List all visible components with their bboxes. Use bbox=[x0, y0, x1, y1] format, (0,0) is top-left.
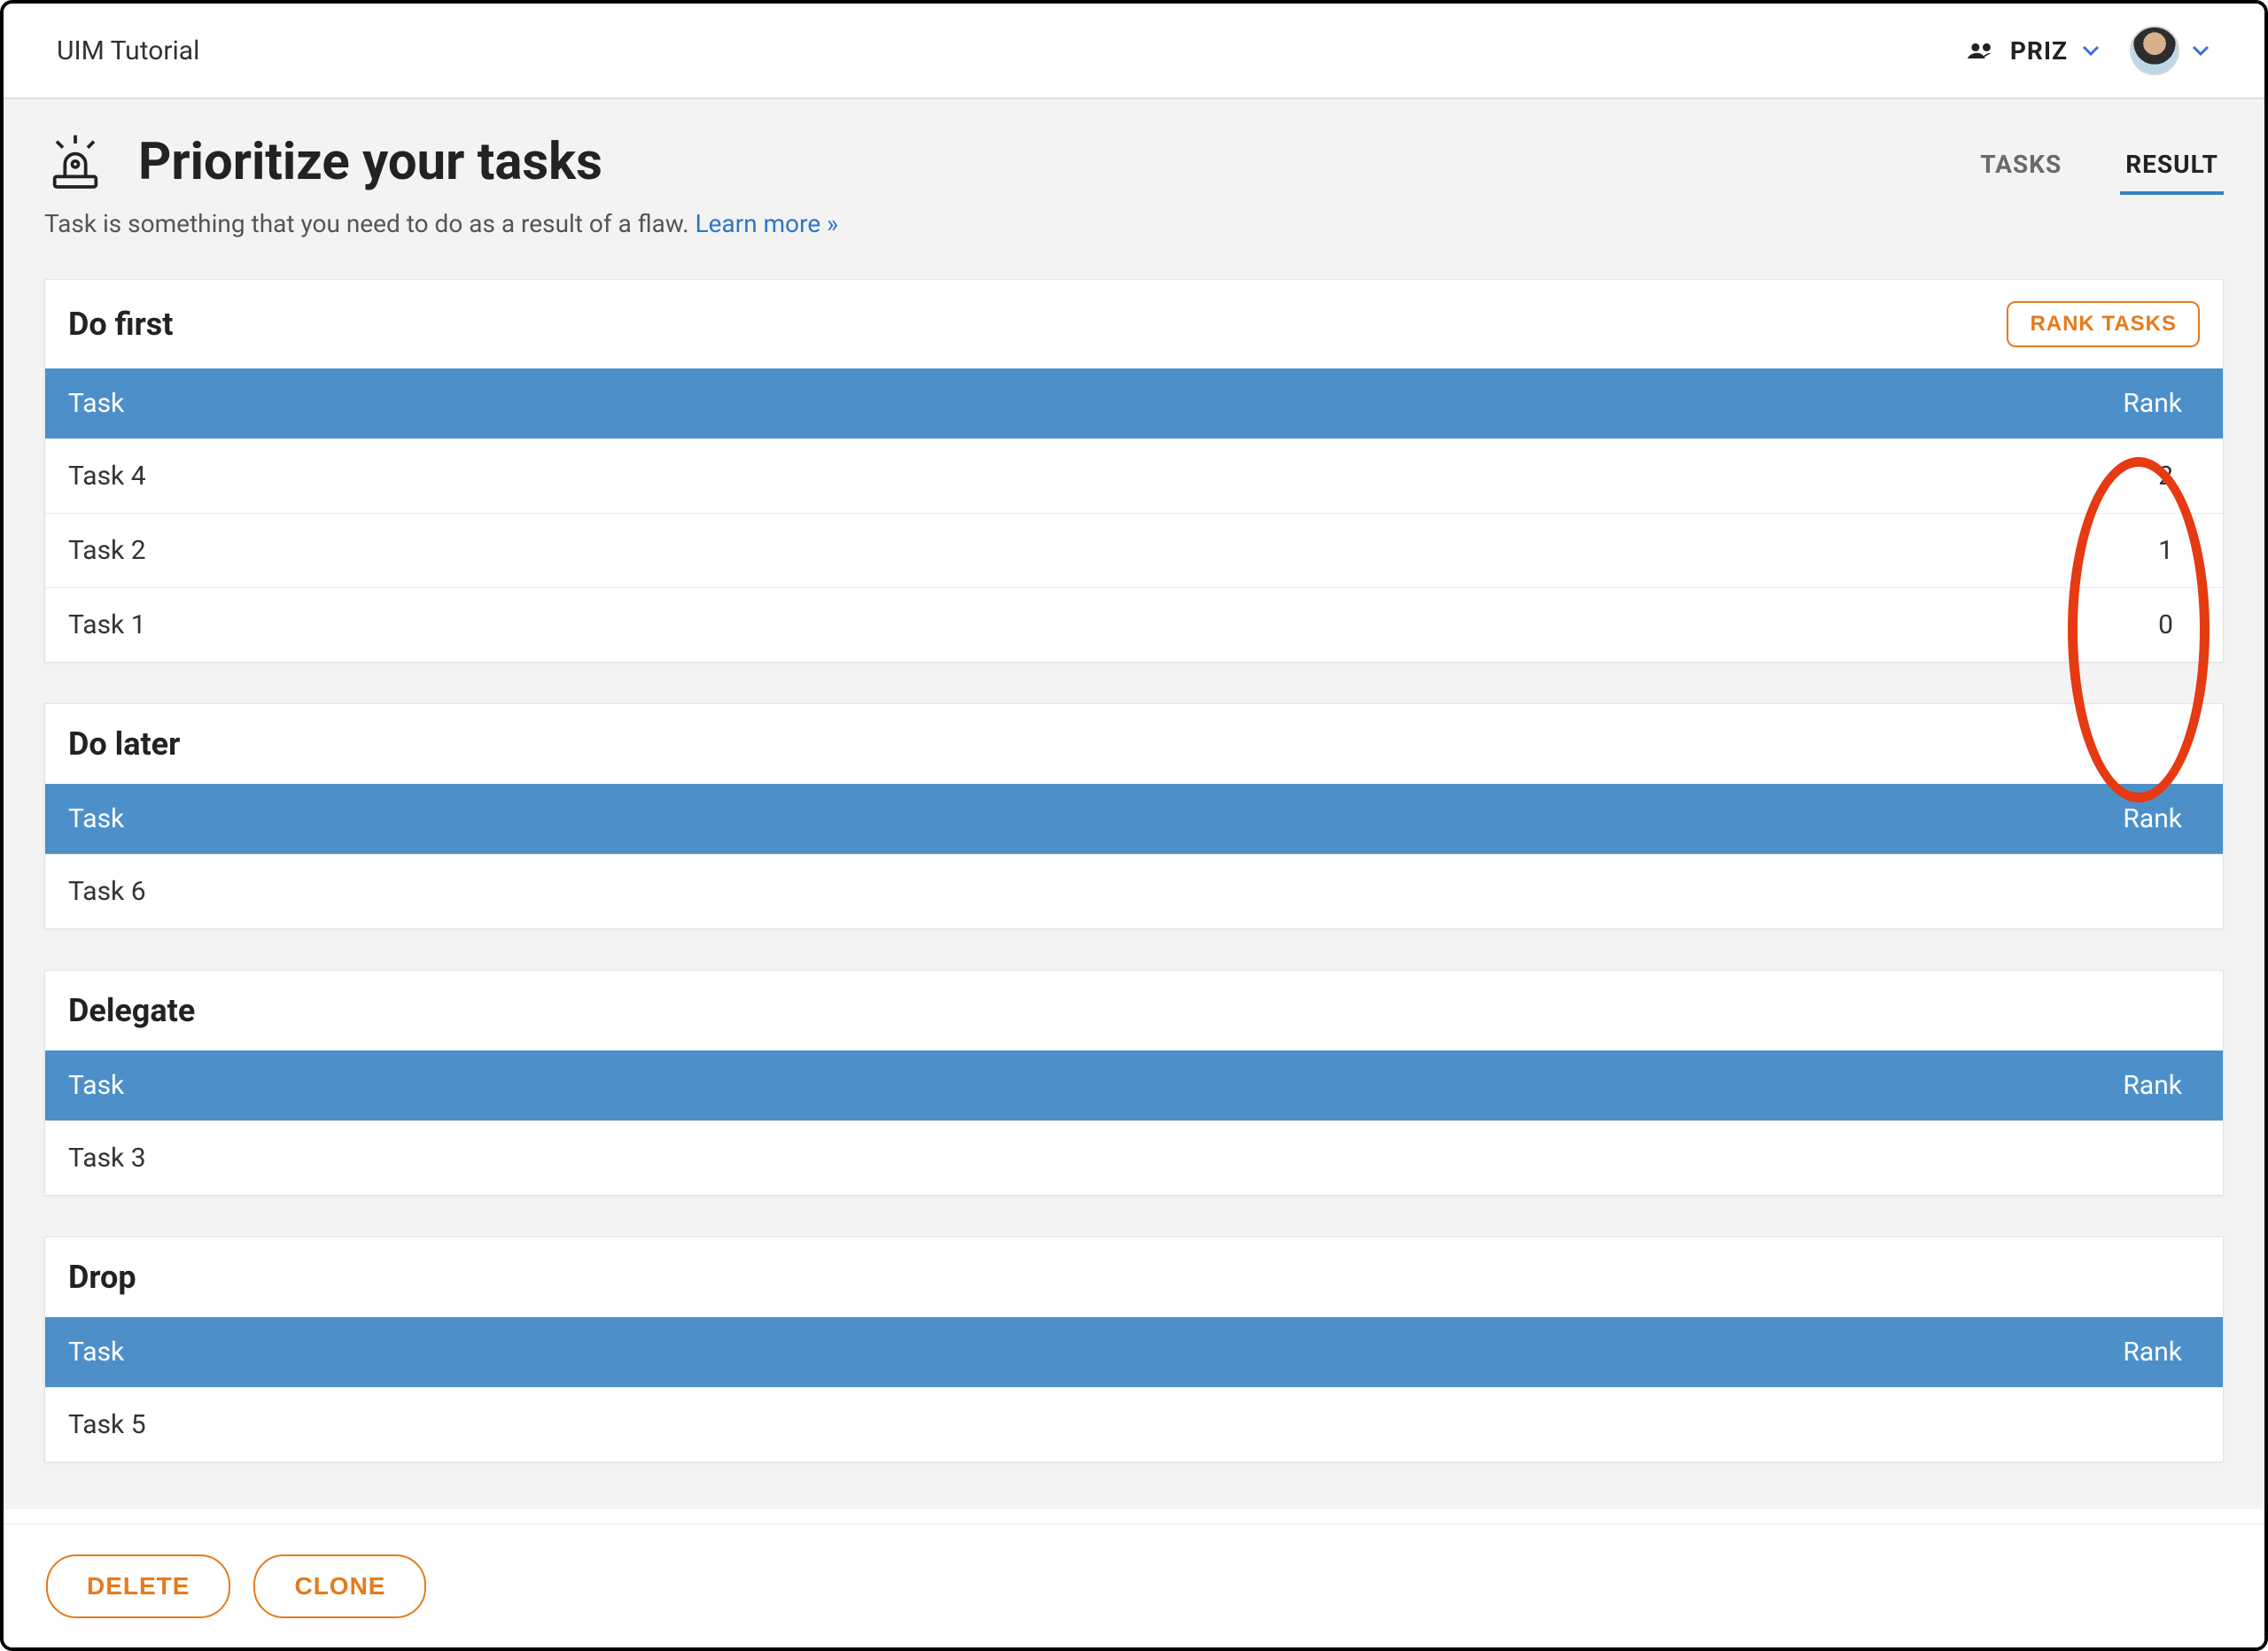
table-header: Task Rank bbox=[45, 368, 2223, 438]
table-header: Task Rank bbox=[45, 1050, 2223, 1120]
table-header: Task Rank bbox=[45, 784, 2223, 854]
avatar bbox=[2130, 26, 2179, 75]
table-row[interactable]: Task 5 bbox=[45, 1387, 2223, 1461]
cell-rank: 1 bbox=[2158, 535, 2200, 566]
col-rank: Rank bbox=[2123, 1337, 2200, 1368]
learn-more-link[interactable]: Learn more » bbox=[695, 209, 839, 238]
tab-tasks[interactable]: TASKS bbox=[1975, 137, 2067, 195]
col-rank: Rank bbox=[2123, 803, 2200, 834]
cell-rank: 2 bbox=[2158, 461, 2200, 492]
topbar-right: PRIZ bbox=[1966, 26, 2211, 75]
table-header: Task Rank bbox=[45, 1317, 2223, 1387]
cell-task: Task 3 bbox=[68, 1143, 146, 1174]
subtitle-text: Task is something that you need to do as… bbox=[44, 209, 689, 238]
section-title: Delegate bbox=[68, 992, 195, 1029]
chevron-down-icon bbox=[2080, 40, 2101, 61]
table-row[interactable]: Task 1 0 bbox=[45, 587, 2223, 662]
chevron-down-icon bbox=[2190, 40, 2211, 61]
table-row[interactable]: Task 4 2 bbox=[45, 438, 2223, 513]
group-icon bbox=[1966, 40, 1998, 61]
page-subtitle: Task is something that you need to do as… bbox=[44, 209, 2224, 238]
workspace-switcher[interactable]: PRIZ bbox=[1966, 36, 2101, 66]
section-do-later: Do later Task Rank Task 6 bbox=[44, 703, 2224, 929]
section-delegate: Delegate Task Rank Task 3 bbox=[44, 970, 2224, 1196]
table-row[interactable]: Task 2 1 bbox=[45, 513, 2223, 587]
delete-button[interactable]: DELETE bbox=[46, 1554, 230, 1618]
col-task: Task bbox=[68, 803, 124, 834]
footer-bar: DELETE CLONE bbox=[4, 1523, 2264, 1647]
siren-icon bbox=[44, 131, 106, 193]
cell-task: Task 4 bbox=[68, 461, 146, 492]
section-title: Drop bbox=[68, 1259, 136, 1296]
col-task: Task bbox=[68, 1070, 124, 1101]
app-title: UIM Tutorial bbox=[57, 35, 199, 66]
workspace-label: PRIZ bbox=[2010, 36, 2068, 66]
col-task: Task bbox=[68, 1337, 124, 1368]
page-title: Prioritize your tasks bbox=[138, 132, 602, 192]
section-do-first: Do first RANK TASKS Task Rank Task 4 2 T… bbox=[44, 279, 2224, 663]
section-drop: Drop Task Rank Task 5 bbox=[44, 1236, 2224, 1462]
table-row[interactable]: Task 3 bbox=[45, 1120, 2223, 1195]
tab-bar: TASKS RESULT bbox=[1975, 137, 2224, 195]
cell-task: Task 5 bbox=[68, 1409, 146, 1440]
col-rank: Rank bbox=[2123, 388, 2200, 419]
section-title: Do later bbox=[68, 725, 180, 763]
section-title: Do first bbox=[68, 306, 173, 343]
page-header: Prioritize your tasks TASKS RESULT bbox=[44, 131, 2224, 193]
rank-tasks-button[interactable]: RANK TASKS bbox=[2007, 301, 2200, 347]
col-task: Task bbox=[68, 388, 124, 419]
table-row[interactable]: Task 6 bbox=[45, 854, 2223, 928]
topbar: UIM Tutorial PRIZ bbox=[4, 4, 2264, 99]
col-rank: Rank bbox=[2123, 1070, 2200, 1101]
cell-task: Task 6 bbox=[68, 876, 146, 907]
cell-task: Task 1 bbox=[68, 609, 146, 640]
cell-rank: 0 bbox=[2158, 609, 2200, 640]
user-menu[interactable] bbox=[2130, 26, 2211, 75]
clone-button[interactable]: CLONE bbox=[253, 1554, 426, 1618]
cell-task: Task 2 bbox=[68, 535, 146, 566]
tab-result[interactable]: RESULT bbox=[2120, 137, 2224, 195]
page-body: Prioritize your tasks TASKS RESULT Task … bbox=[4, 99, 2264, 1509]
